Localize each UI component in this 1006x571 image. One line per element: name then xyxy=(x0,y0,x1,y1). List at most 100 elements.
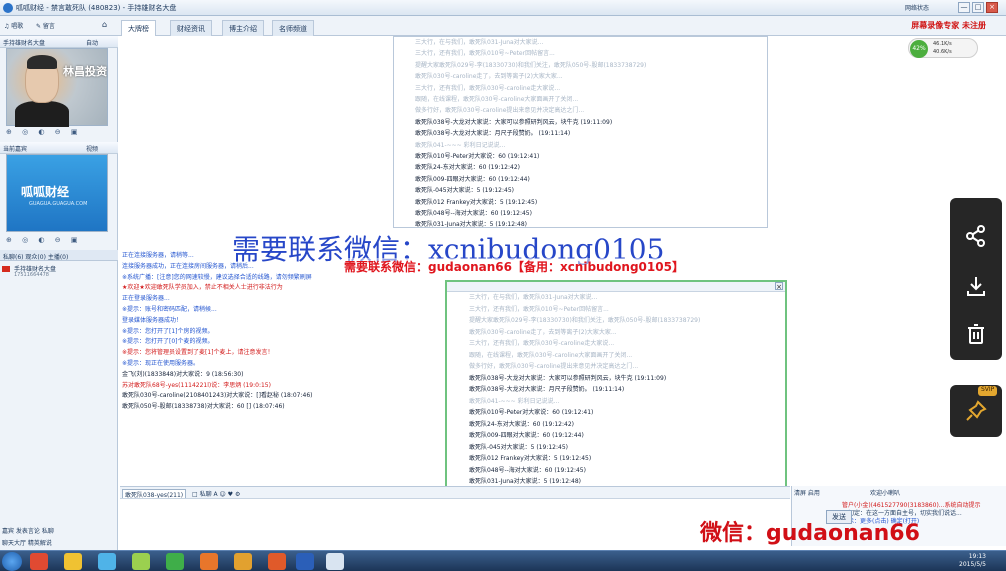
chat-message: 提醒大家敢死队029号-李(18330730)和我们关注，敢死队050号-股邮(… xyxy=(415,61,647,69)
left-bottom-tabs[interactable]: 嘉宾 发表言论 私聊 xyxy=(2,526,54,535)
chat-message: 敢死队009-四眼对大家说：60 (19:12:44) xyxy=(469,432,584,439)
left-bottom-tabs-2[interactable]: 聊天大厅 精英解说 xyxy=(2,538,52,547)
chat-message: 敢死队012 Frankey对大家说：5 (19:12:45) xyxy=(415,198,538,206)
watermark-red-banner: 需要联系微信：gudaonan66【备用：xcnibudong0105】 xyxy=(344,258,684,275)
chat-input-field[interactable] xyxy=(120,498,790,546)
toolbar: ♫ 唱歌 ✎ 留言 ⌂ 大牌榜 财经资讯 博主介绍 名师频道 屏幕录像专家 未注… xyxy=(0,16,1006,36)
chat-message: 敢死队041-~~~ 彩利日记说说... xyxy=(415,141,506,149)
taskbar-player-icon[interactable] xyxy=(200,553,218,570)
chat-message: 敢死队031-Juna对大家说：5 (19:12:48) xyxy=(469,478,582,485)
taskbar-word-icon[interactable] xyxy=(296,553,314,570)
guest-section-header: 当前嘉宾 视频 xyxy=(0,142,118,154)
flag-icon xyxy=(2,266,10,272)
taskbar-browser-icon[interactable] xyxy=(30,553,48,570)
chat-message: 敢死队038号-大龙对大家说：月尺子段赞奶。 (19:11:14) xyxy=(469,386,625,393)
chat-message: 敢死队24-东对大家说：60 (19:12:42) xyxy=(469,420,574,428)
chat-input-toolbar: 敢死队038-yes(211) □ 私聊 A ☺ ♥ ⚙ xyxy=(120,486,790,500)
userlist-tabs[interactable]: 私聊(6) 观众(0) 主播(0) xyxy=(0,250,118,261)
chat-message: 敢死队048号--海对大家说：60 (19:12:45) xyxy=(415,210,532,217)
taskbar-qq-icon[interactable] xyxy=(132,553,150,570)
app-logo-icon xyxy=(3,3,13,13)
chat-message: 敢死队038号-大龙对大家说：大家可以参照研判风云，块牛克 (19:11:09) xyxy=(469,374,667,382)
window-title: 呱呱财经 - 禁言敢死队 (480823) - 手持雄财名大盘 xyxy=(16,4,177,12)
video-toggle[interactable]: 视频 xyxy=(86,144,98,153)
taskbar-chrome-icon[interactable] xyxy=(98,553,116,570)
guest-video[interactable]: 呱呱财经 GUAGUA.GUAGUA.COM xyxy=(6,154,108,232)
tab-ranking[interactable]: 大牌榜 xyxy=(121,20,156,36)
download-icon[interactable] xyxy=(964,274,988,298)
notice-title: 欢迎小喇叭 xyxy=(870,490,901,497)
chat-message: 三大行，在与我们，敢死队031-Juna对大家说... xyxy=(415,39,544,46)
pin-icon xyxy=(964,399,988,423)
chat-message: 敢死队-045对大家说：5 (19:12:45) xyxy=(469,443,568,451)
home-icon[interactable]: ⌂ xyxy=(102,20,107,29)
host-section-title: 手持雄财名大盘 xyxy=(3,40,46,47)
tab-finance-news[interactable]: 财经资讯 xyxy=(170,20,212,36)
chat-message: 敢死队038号-大龙对大家说：月尺子段赞奶。 (19:11:14) xyxy=(415,130,571,138)
watermark-wechat: 微信：gudaonan66 xyxy=(700,521,920,546)
share-icon[interactable] xyxy=(964,224,988,248)
maximize-button[interactable]: □ xyxy=(972,2,984,13)
guagua-logo-url: GUAGUA.GUAGUA.COM xyxy=(29,201,88,207)
auto-toggle[interactable]: 自动 xyxy=(86,38,98,47)
chat-message: 敢死队038号-大龙对大家说：大家可以参照研判风云，块牛克 (19:11:09) xyxy=(415,118,613,126)
popup-close-button[interactable]: × xyxy=(775,282,783,291)
chat-message: 三大行，还有我们，敢死队030号-caroline走大家说... xyxy=(469,340,615,347)
taskbar-tool-icon[interactable] xyxy=(234,553,252,570)
chat-message: 跟随，在线课程，敢死队030号-caroline大家面画开了关闭... xyxy=(469,351,633,359)
chat-message: ※提示：现正在使用服务器。 xyxy=(122,360,200,367)
public-chat-area[interactable]: 三大行，在与我们，敢死队031-Juna对大家说... 三大行，还有我们，敢死队0… xyxy=(393,36,768,228)
chat-message: 提醒大家敢死队029号-李(18330730)和我们关注，敢死队050号-股邮(… xyxy=(469,317,701,324)
taskbar-folder-icon[interactable] xyxy=(64,553,82,570)
network-percent: 42% xyxy=(910,40,928,58)
chat-message: 敢死队030号-caroline走了，去到等离子(2)大家大家... xyxy=(415,73,563,81)
host-video[interactable]: 林昌投资 xyxy=(6,48,108,127)
clear-and-enable[interactable]: 清屏 启用 xyxy=(794,488,820,497)
chat-message: 三大行，还有我们，敢死队010号~Peter回帖留言... xyxy=(469,305,609,313)
floating-action-panel xyxy=(950,198,1002,360)
chat-message: ※系统广播：[注意]您的网速较慢，建议选择合适的线路，请勿频繁刷屏 xyxy=(122,273,312,281)
chat-message: ※提示：账号和密码匹配，请稍候... xyxy=(122,306,217,313)
chat-message: 敢死队009-四眼对大家说：60 (19:12:44) xyxy=(415,175,530,183)
chat-message: 敢死队-045对大家说：5 (19:12:45) xyxy=(415,187,514,195)
download-speed: 40.6K/s xyxy=(933,49,952,55)
taskbar-guagua-icon[interactable] xyxy=(326,553,344,570)
chat-message: 金飞(刘)(1833848)对大家说：9 (18:56:30) xyxy=(122,370,244,378)
sing-button[interactable]: ♫ 唱歌 xyxy=(4,21,23,30)
close-button[interactable]: × xyxy=(986,2,998,13)
guagua-logo-text: 呱呱财经 xyxy=(21,185,70,199)
clock-time: 19:13 xyxy=(968,553,986,560)
popup-title-bar xyxy=(447,282,785,292)
video-controls[interactable]: ⊕ ◎ ◐ ⊖ ▣ xyxy=(6,128,112,138)
tab-blogger-intro[interactable]: 博主介绍 xyxy=(222,20,264,36)
video-banner-text: 林昌投资 xyxy=(63,65,107,78)
guest-video-controls[interactable]: ⊕ ◎ ◐ ⊖ ▣ xyxy=(6,236,112,246)
chat-message: ※提示：您将管理员设置到了麦[1]个麦上，请注意发言！ xyxy=(122,349,274,357)
popup-chat-content: 三大行，在与我们，敢死队031-Juna对大家说... 三大行，还有我们，敢死队0… xyxy=(447,292,785,486)
message-button[interactable]: ✎ 留言 xyxy=(36,21,55,30)
system-clock: 19:13 2015/5/5 xyxy=(959,553,986,569)
start-button-icon[interactable] xyxy=(2,552,22,571)
chat-message: 敢死队041-~~~ 彩利日记说说... xyxy=(469,397,560,405)
chat-message: 正在登录服务器... xyxy=(122,295,170,303)
chat-message: 三大行，还有我们，敢死队010号~Peter回帖留言... xyxy=(415,50,555,58)
window-title-bar: 呱呱财经 - 禁言敢死队 (480823) - 手持雄财名大盘 网络状态 — □… xyxy=(0,0,1006,16)
chat-options[interactable]: □ 私聊 A ☺ ♥ ⚙ xyxy=(192,489,240,498)
chat-message: 三大行，在与我们，敢死队031-Juna对大家说... xyxy=(469,294,598,301)
taskbar-ppt-icon[interactable] xyxy=(268,553,286,570)
network-status[interactable]: 网络状态 xyxy=(905,3,929,12)
trash-icon[interactable] xyxy=(964,322,988,346)
minimize-button[interactable]: — xyxy=(958,2,970,13)
upload-speed: 46.1K/s xyxy=(933,41,952,47)
chat-message: 三大行，还有我们，敢死队030号-caroline走大家说... xyxy=(415,84,561,92)
right-panel xyxy=(791,36,1006,186)
presenter-hair xyxy=(27,55,57,69)
chat-popup-window[interactable]: × 三大行，在与我们，敢死队031-Juna对大家说... 三大行，还有我们，敢死… xyxy=(445,280,787,488)
chat-message: 敢死队050号-股邮(18338738)对大家说：60 [] (18:07:46… xyxy=(122,403,285,411)
promo-text: 屏幕录像专家 未注册 xyxy=(911,21,986,30)
tab-teacher-channel[interactable]: 名师频道 xyxy=(272,20,314,36)
taskbar-app-icon[interactable] xyxy=(166,553,184,570)
presenter-shirt xyxy=(15,101,69,127)
left-panel: 手持雄财名大盘 自动 林昌投资 ⊕ ◎ ◐ ⊖ ▣ 当前嘉宾 视频 呱呱财经 G… xyxy=(0,36,118,550)
chat-message: 正在连接服务器，请稍等... xyxy=(122,252,194,259)
